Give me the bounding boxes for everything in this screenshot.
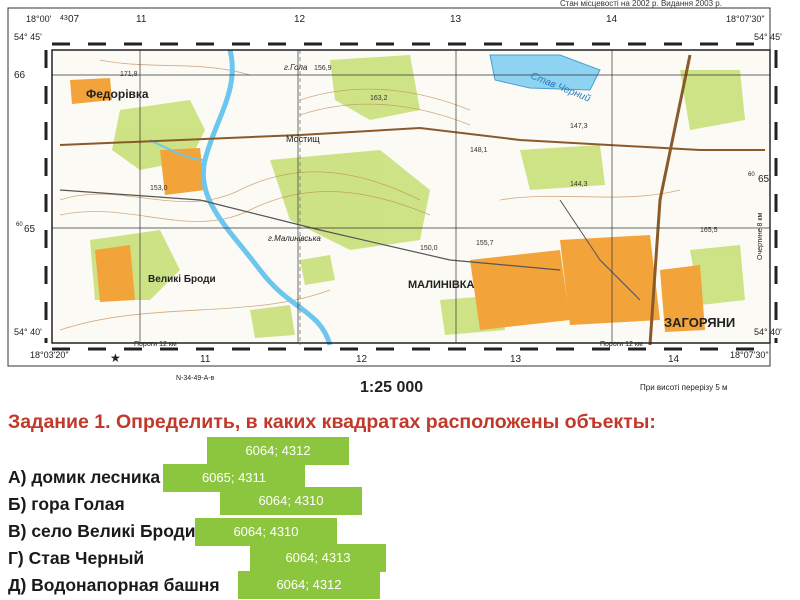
task-item-b: Б) гора Голая (8, 494, 125, 514)
spot-height: 165,5 (700, 227, 718, 234)
relief-note: При висоті перерізу 5 м (640, 383, 728, 392)
grid-bottom-2: 13 (510, 354, 522, 365)
label-veliki-brody: Великі Броди (148, 274, 216, 285)
corner-lon-tr: 18°07'30" (726, 14, 765, 24)
spot-height: 150,0 (420, 245, 438, 252)
grid-top-3: 13 (450, 14, 462, 25)
answer-card[interactable]: 6064; 4310 (195, 518, 337, 546)
grid-top-1: 11 (136, 14, 147, 25)
spot-height: 148,1 (470, 147, 488, 154)
grid-right-0: 65 (758, 174, 770, 185)
label-fedorivka: Федорівка (86, 87, 149, 101)
map-scale: 1:25 000 (360, 379, 423, 396)
grid-top-0: 07 (68, 14, 80, 25)
answer-card[interactable]: 6064; 4312 (207, 437, 349, 465)
grid-right-60: 60 (748, 172, 755, 178)
grid-bottom-1: 12 (356, 354, 368, 365)
corner-lat-tr: 54° 45' (754, 32, 782, 42)
task-item-d: Г) Став Черный (8, 548, 145, 568)
answer-card[interactable]: 6064; 4312 (238, 571, 380, 599)
task-title: Задание 1. Определить, в каких квадратах… (8, 411, 656, 433)
grid-left-60: 60 (16, 222, 23, 228)
answer-card[interactable]: 6064; 4310 (220, 487, 362, 515)
spot-height: 171,8 (120, 71, 138, 78)
spot-height: 155,7 (476, 240, 494, 247)
side-note: Очертине 8 км (757, 213, 764, 260)
north-arrow-icon: ★ (110, 351, 121, 365)
corner-lon-tl: 18°00' (26, 14, 52, 24)
spot-height: 163,2 (370, 95, 388, 102)
grid-label-small-43: 43 (60, 15, 68, 22)
road-label-left: Пороги 12 км (134, 341, 177, 348)
label-malynivka: МАЛИНІВКА (408, 279, 475, 291)
label-gora-malynivska: г.Малинівська (268, 234, 321, 243)
task-item-a: А) домик лесника (8, 467, 161, 487)
top-note: Стан місцевості на 2002 р. Видання 2003 … (560, 0, 722, 8)
spot-height: 153,0 (150, 185, 168, 192)
corner-lat-tl: 54° 45' (14, 32, 42, 42)
label-gora-hola: г.Гола (284, 63, 308, 72)
grid-left-1: 65 (24, 224, 36, 235)
grid-bottom-3: 14 (668, 354, 680, 365)
road-label-right: Пороги 12 км (600, 341, 643, 348)
topographic-map: Стан місцевості на 2002 р. Видання 2003 … (0, 0, 800, 400)
grid-top-4: 14 (606, 14, 618, 25)
spot-height: 147,3 (570, 123, 588, 130)
spot-height: 156,9 (314, 65, 332, 72)
label-mostyshche: Мостищ (286, 134, 320, 144)
label-zahoriany: ЗАГОРЯНИ (664, 315, 735, 330)
corner-lon-br: 18°07'30" (730, 350, 769, 360)
grid-left-0: 66 (14, 70, 26, 81)
answer-card[interactable]: 6064; 4313 (250, 544, 386, 572)
corner-lat-bl: 54° 40' (14, 327, 42, 337)
task-item-c: В) село Великі Броди (8, 521, 196, 541)
sheet-number: N-34-49-А-в (176, 375, 215, 382)
corner-lon-bl: 18°03'20" (30, 350, 69, 360)
task-item-e: Д) Водонапорная башня (8, 575, 220, 595)
grid-bottom-0: 11 (200, 354, 211, 365)
corner-lat-br: 54° 40' (754, 327, 782, 337)
spot-height: 144,3 (570, 181, 588, 188)
grid-top-2: 12 (294, 14, 306, 25)
